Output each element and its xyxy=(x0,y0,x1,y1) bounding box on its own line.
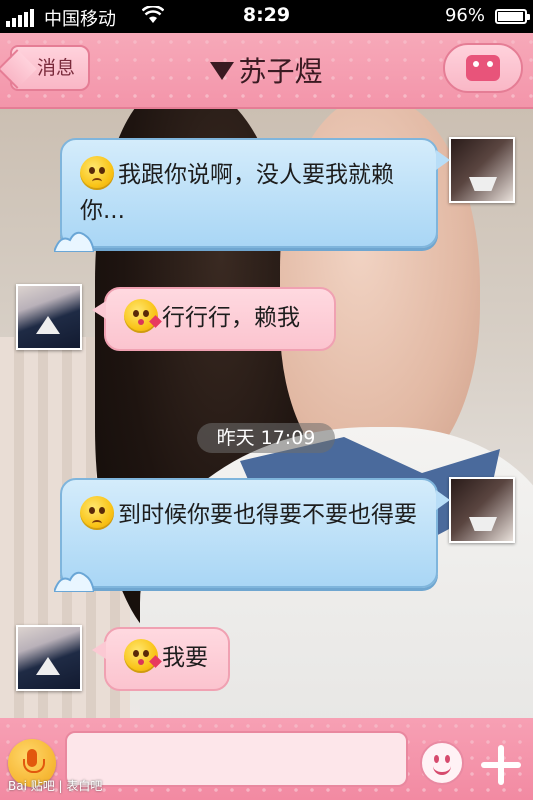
wave-decoration-icon xyxy=(54,571,94,592)
status-bar: 中国移动 8:29 96% xyxy=(0,0,533,33)
battery-icon xyxy=(495,9,530,24)
chat-menu-button[interactable] xyxy=(443,43,523,93)
avatar-contact[interactable] xyxy=(16,625,82,691)
message-bubble-received[interactable]: 我要 xyxy=(92,627,230,691)
surprised-emoji-icon xyxy=(80,156,114,190)
message-bubble-sent[interactable]: 我跟你说啊，没人要我就赖你... xyxy=(54,138,450,252)
wave-decoration-icon xyxy=(54,231,94,252)
kiss-emoji-icon xyxy=(124,299,162,333)
message-timestamp: 昨天 17:09 xyxy=(197,423,335,453)
battery-percent: 96% xyxy=(444,5,485,26)
plus-icon[interactable] xyxy=(481,745,521,785)
message-text: 行行行，赖我 xyxy=(162,305,300,331)
message-text: 到时候你要也得要不要也得要 xyxy=(118,502,417,528)
kiss-emoji-icon xyxy=(124,639,162,673)
avatar-self[interactable] xyxy=(449,137,515,203)
avatar-self[interactable] xyxy=(449,477,515,543)
message-text: 我跟你说啊，没人要我就赖你... xyxy=(80,162,394,224)
nav-bar: 消息 苏子煜 xyxy=(0,33,533,109)
dropdown-triangle-icon xyxy=(210,62,235,80)
watermark: Bai 贴吧 | 表白吧 xyxy=(8,779,103,793)
input-bar: Bai 贴吧 | 表白吧 xyxy=(0,718,533,800)
message-bubble-sent[interactable]: 到时候你要也得要不要也得要 xyxy=(54,478,450,592)
contact-name: 苏子煜 xyxy=(238,55,323,88)
message-input[interactable] xyxy=(65,731,408,787)
menu-icon xyxy=(466,55,500,81)
message-bubble-received[interactable]: 行行行，赖我 xyxy=(92,287,336,351)
sad-emoji-icon xyxy=(80,496,114,530)
emoji-picker-button[interactable] xyxy=(420,741,464,785)
avatar-contact[interactable] xyxy=(16,284,82,350)
message-text: 我要 xyxy=(162,645,208,671)
